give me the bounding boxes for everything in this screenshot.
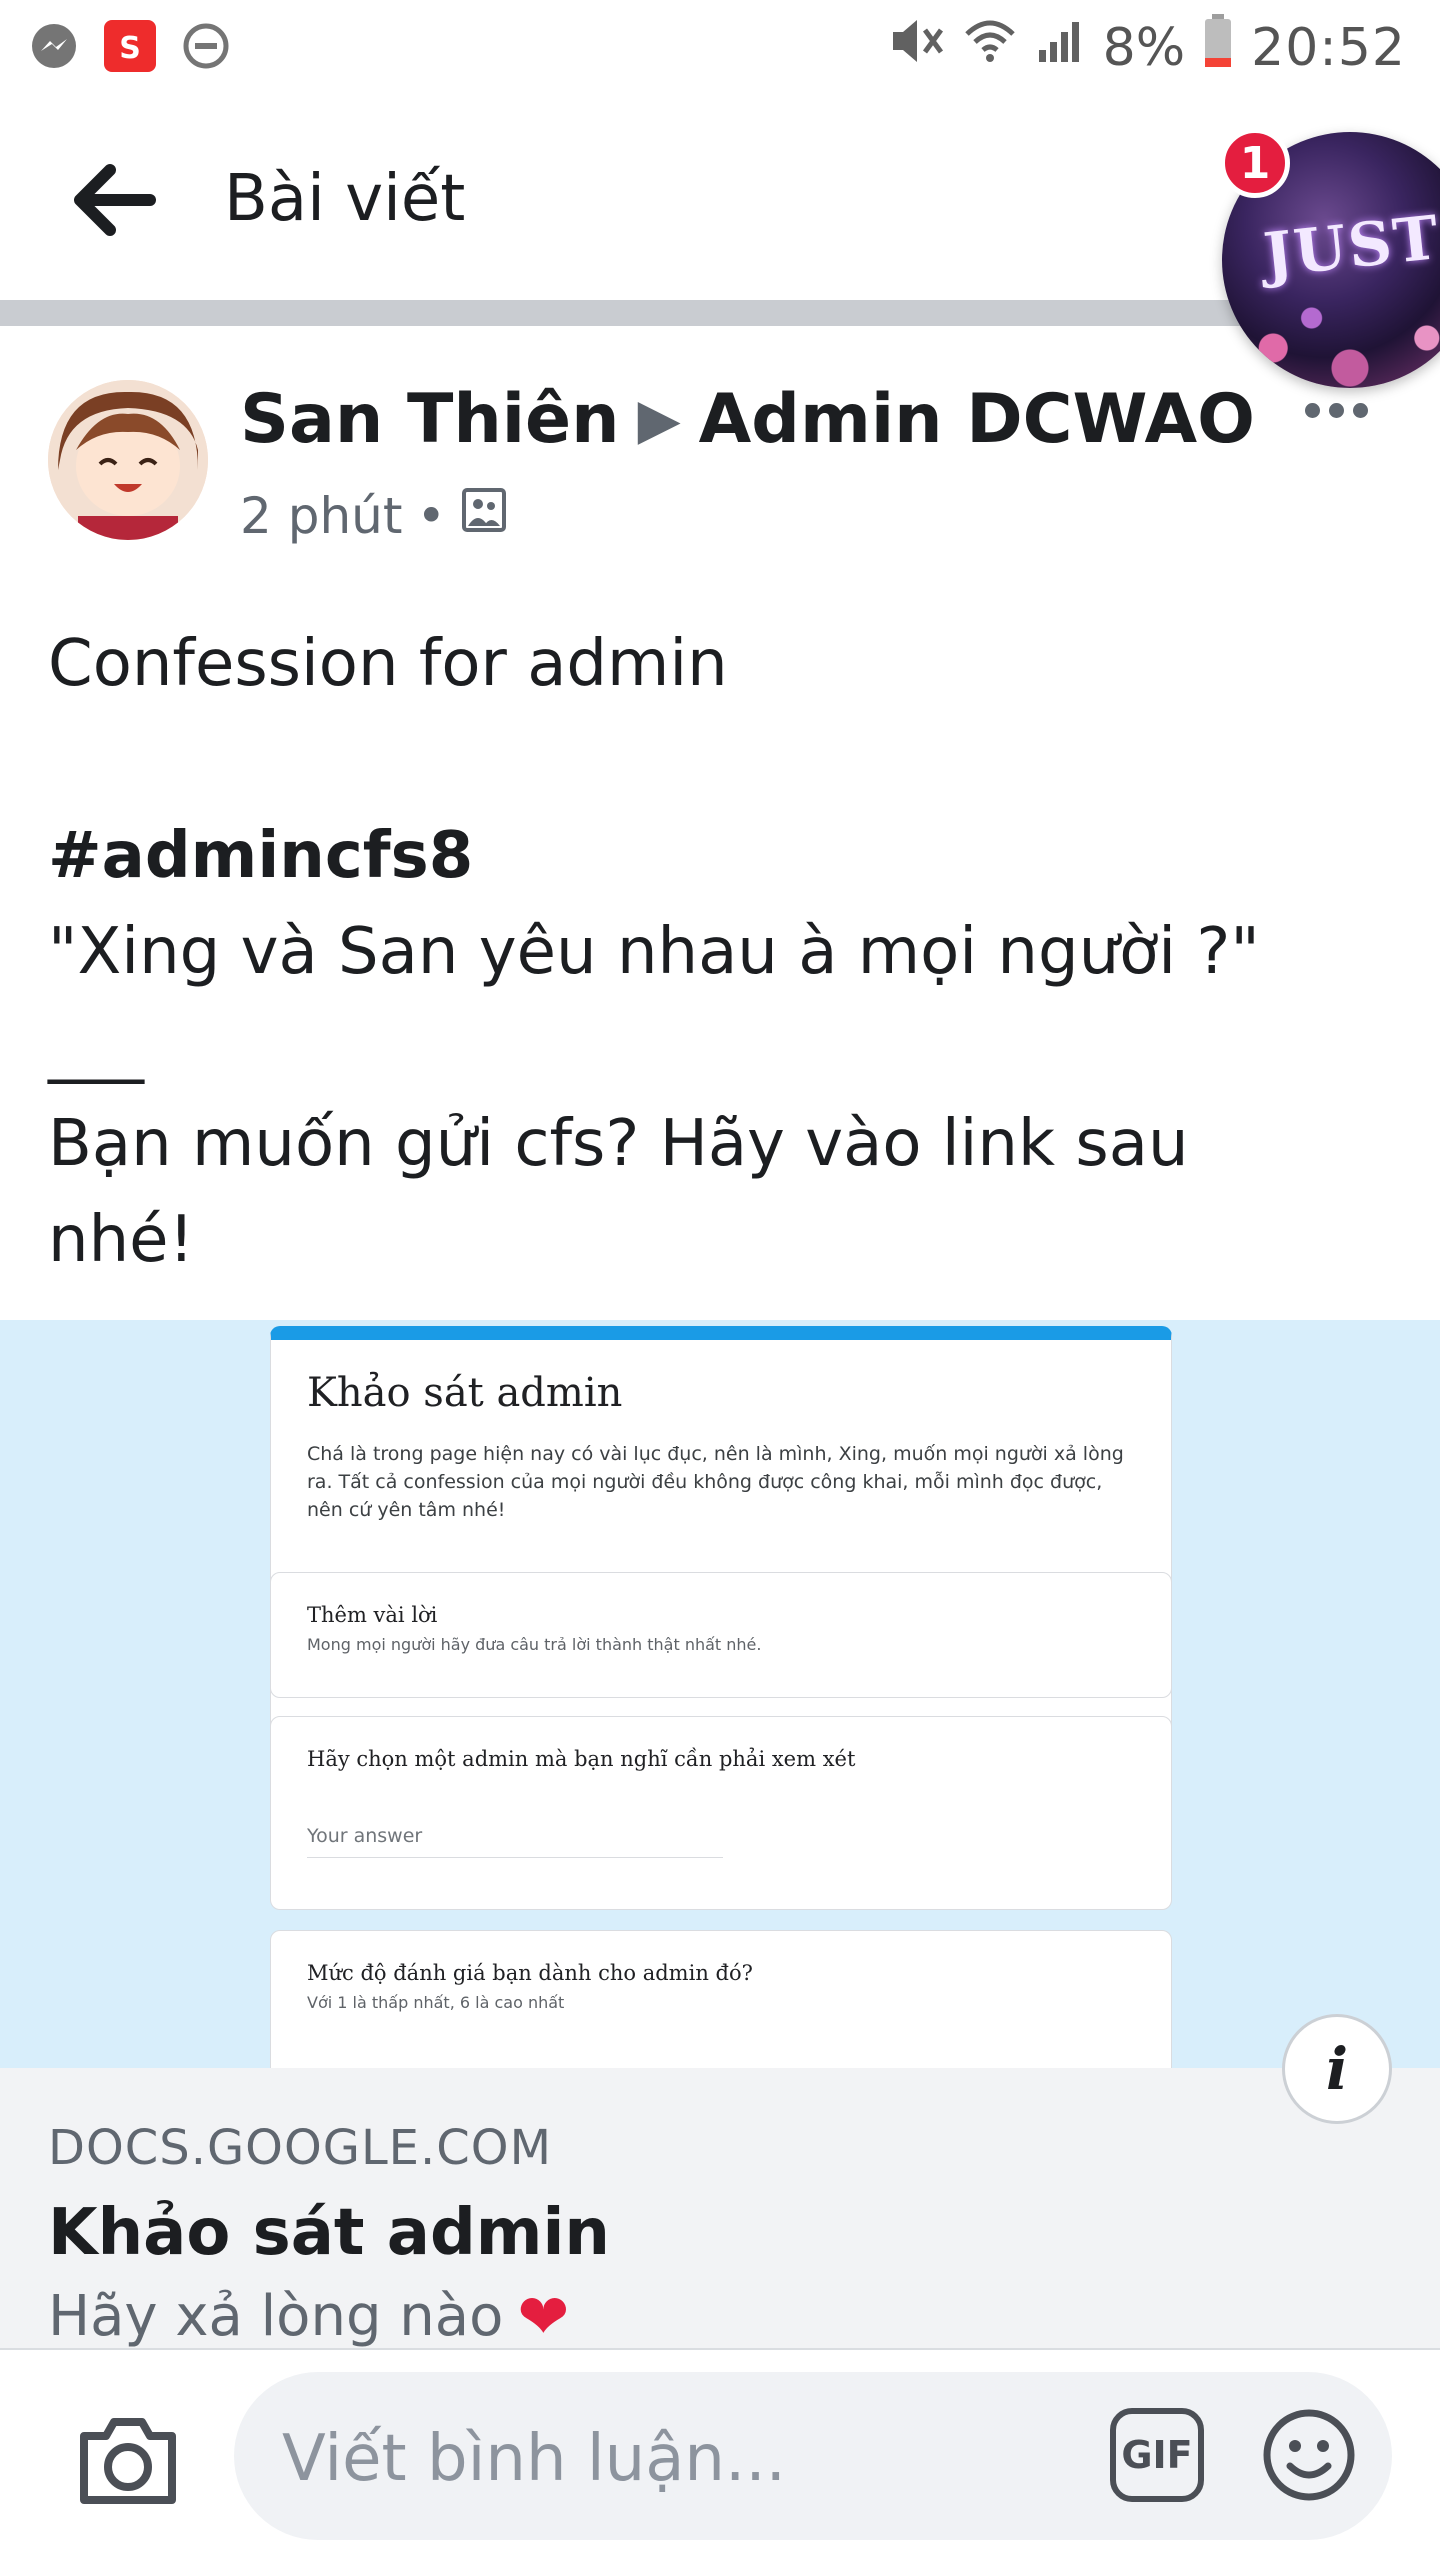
form-question-card: Mức độ đánh giá bạn dành cho admin đó? V… <box>270 1930 1172 2068</box>
signal-icon <box>1035 16 1085 79</box>
post-meta: 2 phút • <box>240 486 508 546</box>
shopee-icon: S <box>102 18 158 74</box>
comment-input[interactable]: Viết bình luận... GIF <box>234 2372 1392 2540</box>
messenger-icon <box>26 18 82 74</box>
smiley-icon <box>1263 2409 1355 2501</box>
post-line: Bạn muốn gửi cfs? Hãy vào link sau <box>48 1107 1189 1181</box>
heart-icon: ❤ <box>517 2280 570 2353</box>
section-subtitle: Mong mọi người hãy đưa câu trả lời thành… <box>307 1635 762 1654</box>
battery-icon <box>1203 14 1233 81</box>
post-author-line: San Thiên ▶ Admin DCWAO <box>240 380 1255 459</box>
post-line: "Xing và San yêu nhau à mọi người ?" <box>48 915 1260 989</box>
group-photo-icon <box>460 486 508 546</box>
form-description: Chá là trong page hiện nay có vài lục đụ… <box>307 1443 1124 1521</box>
hashtag-link[interactable]: #admincfs8 <box>48 808 1398 904</box>
question-title: Hãy chọn một admin mà bạn nghĩ cần phải … <box>307 1747 856 1771</box>
post-line: ___ <box>48 1011 144 1085</box>
form-title: Khảo sát admin <box>307 1370 623 1416</box>
camera-button[interactable] <box>76 2412 180 2508</box>
more-options-button[interactable] <box>1296 390 1376 430</box>
post-line: nhé! <box>48 1203 195 1277</box>
emoji-button[interactable] <box>1260 2406 1358 2504</box>
shared-to-arrow-icon: ▶ <box>637 387 681 452</box>
post-time[interactable]: 2 phút <box>240 487 402 545</box>
comment-bar: Viết bình luận... GIF <box>0 2348 1440 2560</box>
post-body: Confession for admin #admincfs8 "Xing và… <box>48 616 1398 1288</box>
gif-button[interactable]: GIF <box>1110 2408 1204 2502</box>
wifi-icon <box>963 16 1017 79</box>
dot-icon <box>1352 402 1368 418</box>
chat-head-flowers <box>1222 288 1440 388</box>
arrow-left-icon <box>74 164 156 236</box>
notification-badge: 1 <box>1220 128 1290 198</box>
link-preview-image[interactable]: Khảo sát admin Chá là trong page hiện na… <box>0 1320 1440 2068</box>
post-line: Confession for admin <box>48 627 728 701</box>
clock: 20:52 <box>1251 17 1406 78</box>
info-button[interactable]: i <box>1282 2014 1392 2124</box>
question-title: Mức độ đánh giá bạn dành cho admin đó? <box>307 1961 753 1985</box>
author-avatar[interactable] <box>48 380 208 540</box>
author-name[interactable]: San Thiên <box>240 380 620 459</box>
comment-placeholder: Viết bình luận... <box>282 2422 786 2496</box>
page-title: Bài viết <box>224 162 466 236</box>
link-title: Khảo sát admin <box>48 2196 610 2270</box>
status-bar: S 8% 20:52 <box>0 0 1440 100</box>
dot-icon <box>1328 402 1344 418</box>
section-title: Thêm vài lời <box>307 1603 438 1627</box>
link-caption[interactable]: DOCS.GOOGLE.COM Khảo sát admin Hãy xả lò… <box>0 2068 1440 2353</box>
question-subtitle: Với 1 là thấp nhất, 6 là cao nhất <box>307 1993 565 2012</box>
form-question-card: Hãy chọn một admin mà bạn nghĩ cần phải … <box>270 1716 1172 1910</box>
form-section-card: Thêm vài lời Mong mọi người hãy đưa câu … <box>270 1572 1172 1698</box>
link-domain: DOCS.GOOGLE.COM <box>48 2120 552 2176</box>
link-description-row: Hãy xả lòng nào ❤ <box>48 2280 569 2353</box>
svg-text:S: S <box>119 31 141 66</box>
battery-percent: 8% <box>1102 17 1186 78</box>
target-page-name[interactable]: Admin DCWAO <box>699 380 1255 459</box>
answer-field: Your answer <box>307 1825 723 1858</box>
back-button[interactable] <box>70 160 160 240</box>
camera-icon <box>80 2418 176 2504</box>
meta-separator: • <box>416 487 446 545</box>
mute-icon <box>889 16 945 79</box>
link-description: Hãy xả lòng nào <box>48 2284 504 2349</box>
do-not-disturb-icon <box>178 18 234 74</box>
dot-icon <box>1304 402 1320 418</box>
chat-head-art-text: JUST <box>1260 202 1440 292</box>
